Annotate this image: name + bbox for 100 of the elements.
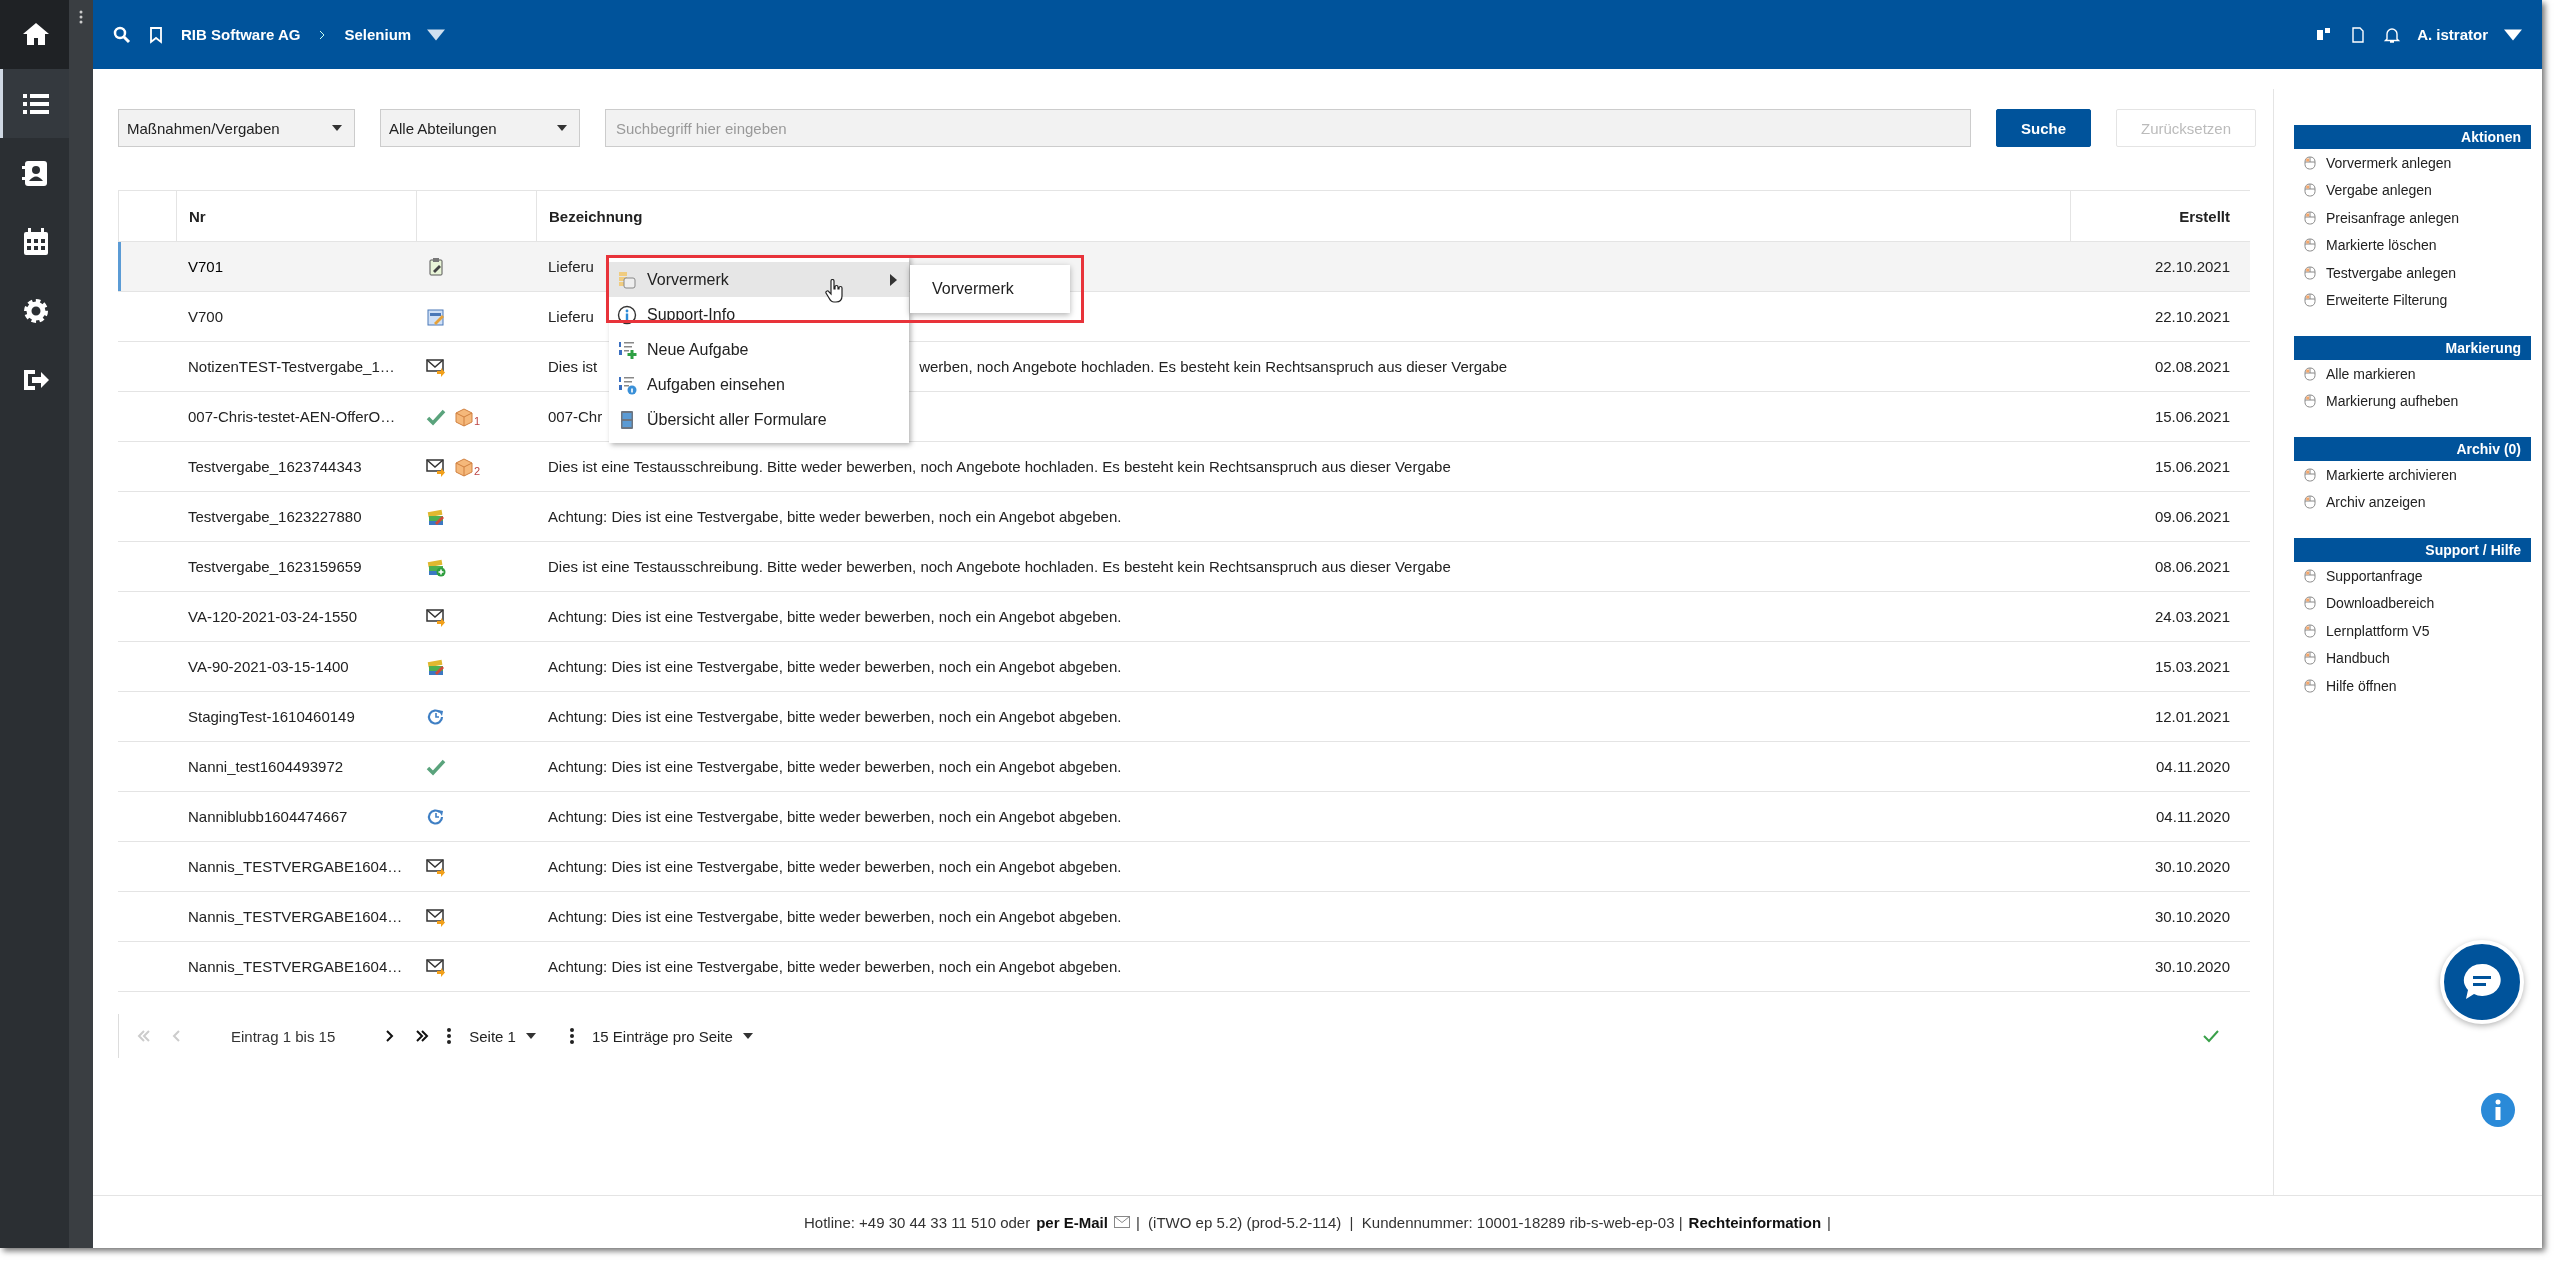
- breadcrumb-link[interactable]: RIB Software AG: [181, 26, 301, 43]
- page-size-dropdown[interactable]: 15 Einträge pro Seite: [591, 1027, 769, 1045]
- list-nav-button[interactable]: [0, 69, 69, 138]
- hotline-text: Hotline: +49 30 44 33 11 510 oder: [804, 1213, 1031, 1231]
- action-link[interactable]: Hilfe öffnen: [2294, 672, 2531, 700]
- mail-icon: [1113, 1216, 1130, 1228]
- table-cell[interactable]: V701: [176, 258, 416, 275]
- action-link[interactable]: Supportanfrage: [2294, 562, 2531, 590]
- table-cell[interactable]: VA-120-2021-03-24-1550: [176, 608, 416, 625]
- action-link[interactable]: Handbuch: [2294, 644, 2531, 672]
- mail-arrow-icon: [426, 906, 446, 927]
- menu-item[interactable]: Vorvermerk: [910, 265, 1070, 313]
- action-link[interactable]: Vorvermerk anlegen: [2294, 149, 2531, 177]
- mouse-icon: [2304, 568, 2316, 583]
- kebab-icon[interactable]: [79, 10, 83, 24]
- bookmark-icon[interactable]: [147, 25, 165, 44]
- caret-icon: [742, 1033, 753, 1039]
- table-cell[interactable]: Nanni_test1604493972: [176, 758, 416, 775]
- table-cell[interactable]: Testvergabe_1623744343: [176, 458, 416, 475]
- section-header: Aktionen: [2294, 125, 2531, 149]
- action-link[interactable]: Vergabe anlegen: [2294, 176, 2531, 204]
- info-button[interactable]: [2480, 1092, 2516, 1128]
- table-cell: werben, noch Angebote hochladen. Es besteht kein Rechtsanspruch aus dieser Vergabe: [919, 358, 1508, 375]
- info-icon: [2480, 1092, 2516, 1128]
- mouse-icon: [2304, 238, 2316, 253]
- table-cell-text: 15.06.2021: [2153, 458, 2231, 475]
- mail-arrow-icon: [426, 456, 446, 477]
- table-cell[interactable]: StagingTest-1610460149: [176, 708, 416, 725]
- action-link[interactable]: Markierung aufheben: [2294, 387, 2531, 415]
- table-cell[interactable]: V700: [176, 308, 416, 325]
- table-cell[interactable]: NotizenTEST-Testvergabe_1…: [176, 358, 416, 375]
- action-link[interactable]: Alle markieren: [2294, 360, 2531, 388]
- action-link[interactable]: Preisanfrage anlegen: [2294, 204, 2531, 232]
- mouse-icon: [2304, 183, 2316, 198]
- column-header[interactable]: Bezeichnung: [536, 191, 2070, 241]
- page-dropdown[interactable]: Seite 1: [469, 1027, 552, 1045]
- table-cell[interactable]: Testvergabe_1623159659: [176, 558, 416, 575]
- mouse-icon: [2304, 155, 2316, 170]
- mouse-icon: [2304, 394, 2316, 409]
- action-link[interactable]: Archiv anzeigen: [2294, 488, 2531, 516]
- table-cell-text: 30.10.2020: [2153, 958, 2231, 975]
- mail-arrow-icon: [426, 956, 446, 977]
- table-cell[interactable]: 007-Chris-testet-AEN-OfferO…: [176, 408, 416, 425]
- table-cell-text: 04.11.2020: [2155, 758, 2231, 775]
- last-page-button[interactable]: [415, 1029, 430, 1043]
- search-field[interactable]: Suchbegriff hier eingeben: [605, 109, 1971, 147]
- action-link[interactable]: Testvergabe anlegen: [2294, 259, 2531, 287]
- section-header: Archiv (0): [2294, 437, 2531, 461]
- table-cell: Achtung: Dies ist eine Testvergabe, bitte weder bewerben, noch ein Angebot abgeben.: [548, 758, 1122, 775]
- menu-item[interactable]: Vorvermerk: [609, 262, 909, 297]
- action-link[interactable]: Markierte löschen: [2294, 231, 2531, 259]
- mouse-icon: [2304, 366, 2316, 381]
- email-link[interactable]: per E-Mail: [1036, 1213, 1108, 1231]
- action-link[interactable]: Markierte archivieren: [2294, 461, 2531, 489]
- menu-item[interactable]: Support-Info: [609, 297, 909, 332]
- mouse-icon: [2304, 495, 2316, 510]
- breadcrumb-link[interactable]: Selenium: [344, 26, 412, 43]
- bell-icon[interactable]: [2383, 25, 2402, 44]
- home-nav-button[interactable]: [0, 0, 69, 69]
- table-cell[interactable]: Nannis_TESTVERGABE1604…: [176, 858, 416, 875]
- table-cell[interactable]: Nannis_TESTVERGABE1604…: [176, 908, 416, 925]
- column-header[interactable]: Erstellt: [2070, 191, 2250, 241]
- footer-separator: |: [1827, 1213, 1831, 1231]
- action-link[interactable]: Lernplattform V5: [2294, 617, 2531, 645]
- mouse-icon: [2304, 265, 2316, 280]
- table-cell[interactable]: VA-90-2021-03-15-1400: [176, 658, 416, 675]
- action-link[interactable]: Downloadbereich: [2294, 589, 2531, 617]
- package-icon: [454, 456, 474, 477]
- table-cell: Achtung: Dies ist eine Testvergabe, bitte weder bewerben, noch ein Angebot abgeben.: [548, 608, 1122, 625]
- legal-link[interactable]: Rechteinformation: [1688, 1213, 1822, 1231]
- search-icon[interactable]: [113, 25, 131, 44]
- table-cell: Dies ist: [548, 358, 598, 375]
- department-dropdown[interactable]: Alle Abteilungen: [380, 109, 580, 147]
- menu-item[interactable]: Übersicht aller Formulare: [609, 402, 909, 437]
- table-cell[interactable]: Nannis_TESTVERGABE1604…: [176, 958, 416, 975]
- refresh-clock-icon: [426, 806, 446, 827]
- table-cell: Achtung: Dies ist eine Testvergabe, bitte weder bewerben, noch ein Angebot abgeben.: [548, 508, 1122, 525]
- table-cell-text: 24.03.2021: [2153, 608, 2231, 625]
- mouse-icon: [2304, 678, 2316, 693]
- kebab-icon: [569, 1028, 574, 1044]
- mouse-icon: [2304, 596, 2316, 611]
- mouse-icon: [2304, 623, 2316, 638]
- double-chevron-icon: [415, 1029, 430, 1043]
- table-cell[interactable]: Nanniblubb1604474667: [176, 808, 416, 825]
- action-link[interactable]: Erweiterte Filterung: [2294, 286, 2531, 314]
- menu-item[interactable]: Aufgaben einsehen: [609, 367, 909, 402]
- table-cell[interactable]: Testvergabe_1623227880: [176, 508, 416, 525]
- info-icon: [617, 304, 637, 325]
- table-cell-text: 02.08.2021: [2153, 358, 2231, 375]
- table-cell-text: 22.10.2021: [2153, 258, 2231, 275]
- table-cell: Achtung: Dies ist eine Testvergabe, bitte weder bewerben, noch ein Angebot abgeben.: [548, 958, 1122, 975]
- section-header: Markierung: [2294, 336, 2531, 360]
- menu-item[interactable]: Neue Aufgabe: [609, 332, 909, 367]
- type-dropdown[interactable]: Maßnahmen/Vergaben: [118, 109, 355, 147]
- user-name[interactable]: A. istrator: [2417, 26, 2488, 43]
- table-cell: Dies ist eine Testausschreibung. Bitte weder bewerben, noch Angebote hochladen. Es besteht kein Rechtsanspruch aus dieser Vergabe: [548, 558, 1451, 575]
- column-header[interactable]: Nr: [176, 191, 416, 241]
- search-button[interactable]: Suche: [1996, 109, 2091, 147]
- table-cell-text: 08.06.2021: [2153, 558, 2231, 575]
- hand-cursor-icon: [825, 279, 845, 303]
